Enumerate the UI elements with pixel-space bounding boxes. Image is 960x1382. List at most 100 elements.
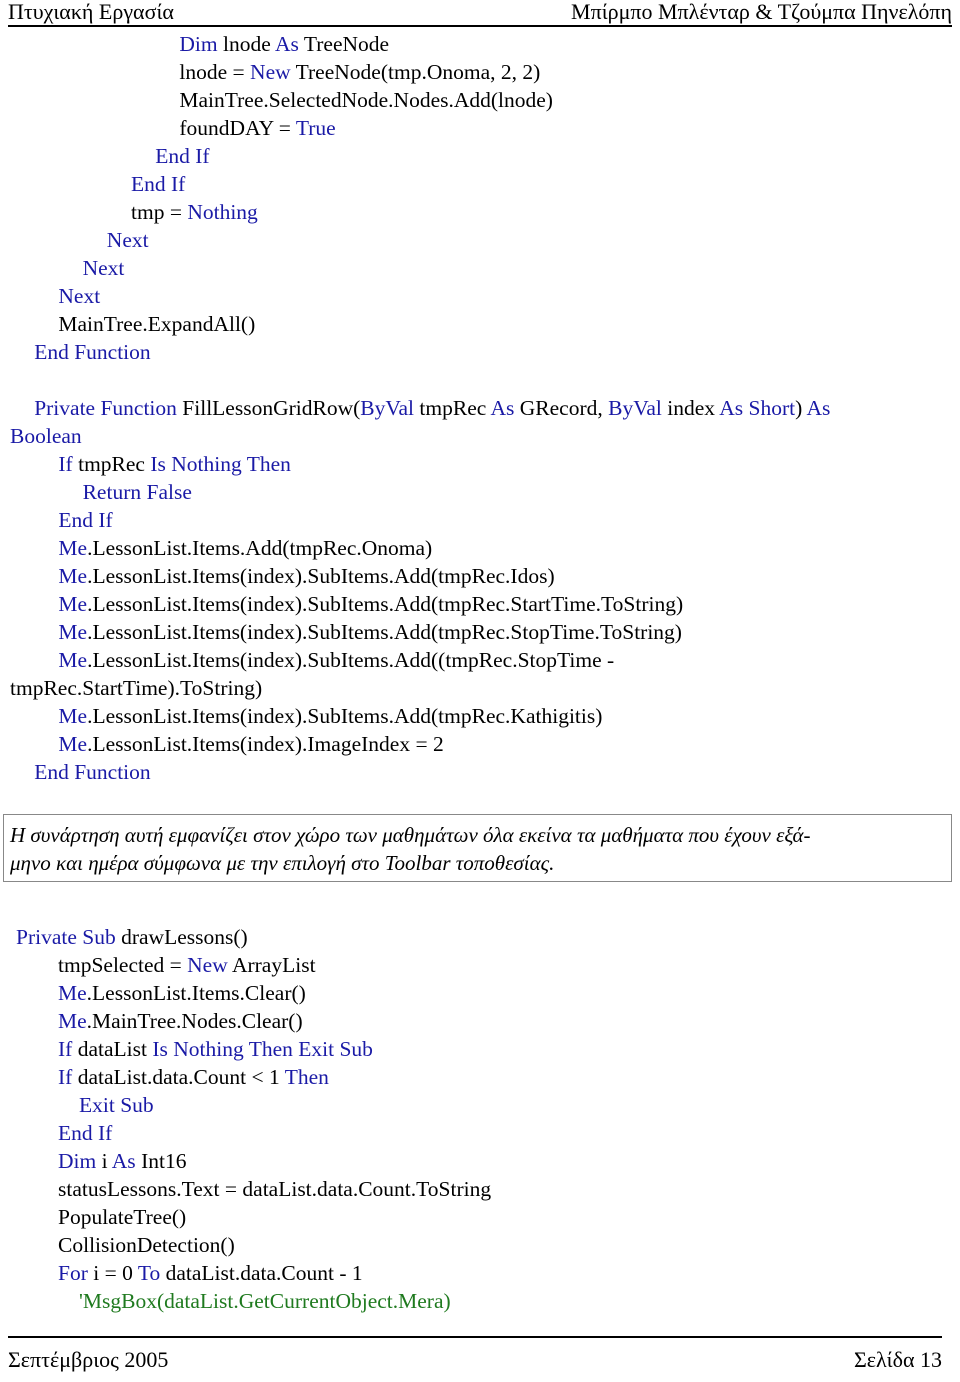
code-line: Me.LessonList.Items(index).SubItems.Add(… bbox=[58, 702, 602, 730]
code-keyword: Next bbox=[58, 284, 101, 308]
code-keyword: New bbox=[250, 60, 291, 84]
code-keyword: Me bbox=[58, 704, 88, 728]
code-line: If dataList Is Nothing Then Exit Sub bbox=[58, 1035, 373, 1063]
code-keyword: As bbox=[111, 1149, 136, 1173]
code-keyword: Boolean bbox=[10, 424, 82, 448]
code-keyword: As bbox=[806, 396, 831, 420]
code-keyword: True bbox=[295, 116, 336, 140]
code-keyword: As bbox=[490, 396, 515, 420]
code-line: Private Function FillLessonGridRow(ByVal… bbox=[34, 394, 830, 422]
code-line: Return False bbox=[83, 478, 192, 506]
code-keyword: If bbox=[58, 452, 73, 476]
code-keyword: Next bbox=[82, 256, 125, 280]
code-keyword: Me bbox=[58, 564, 88, 588]
code-line: Private Sub drawLessons() bbox=[16, 923, 248, 951]
code-keyword: Then bbox=[284, 1065, 329, 1089]
code-keyword: To bbox=[137, 1261, 161, 1285]
code-text: TreeNode bbox=[298, 32, 390, 56]
code-keyword: Exit Sub bbox=[79, 1093, 154, 1117]
code-text: tmpRec bbox=[72, 452, 151, 476]
code-line: For i = 0 To dataList.data.Count - 1 bbox=[58, 1259, 363, 1287]
code-line: Me.LessonList.Items(index).ImageIndex = … bbox=[58, 730, 443, 758]
code-text: lnode = bbox=[179, 60, 251, 84]
code-text: ArrayList bbox=[227, 953, 316, 977]
code-text: .MainTree.Nodes.Clear() bbox=[86, 1009, 303, 1033]
code-keyword: Me bbox=[58, 536, 88, 560]
code-line: Me.LessonList.Items(index).SubItems.Add(… bbox=[58, 618, 682, 646]
code-line: MainTree.SelectedNode.Nodes.Add(lnode) bbox=[179, 86, 553, 114]
code-line: foundDAY = True bbox=[179, 114, 335, 142]
code-line: Dim i As Int16 bbox=[58, 1147, 186, 1175]
code-text: .LessonList.Items.Add(tmpRec.Onoma) bbox=[87, 536, 433, 560]
code-keyword: Me bbox=[58, 648, 88, 672]
code-line: End If bbox=[131, 170, 185, 198]
code-line: If dataList.data.Count < 1 Then bbox=[58, 1063, 329, 1091]
code-text: dataList.data.Count < 1 bbox=[72, 1065, 285, 1089]
code-text: tmpRec bbox=[414, 396, 491, 420]
code-text: .LessonList.Items(index).SubItems.Add(tm… bbox=[87, 704, 603, 728]
code-line: End If bbox=[58, 506, 112, 534]
code-text: i = 0 bbox=[87, 1261, 138, 1285]
code-text: tmpRec.StartTime).ToString) bbox=[10, 676, 263, 700]
code-line: tmpSelected = New ArrayList bbox=[58, 951, 316, 979]
code-keyword: End If bbox=[58, 508, 113, 532]
code-keyword: ByVal bbox=[608, 396, 662, 420]
page-footer: Σεπτέμβριος 2005 Σελίδα 13 bbox=[8, 1336, 942, 1378]
code-line: End If bbox=[155, 142, 209, 170]
code-text: foundDAY = bbox=[179, 116, 296, 140]
code-keyword: If bbox=[58, 1037, 73, 1061]
code-keyword: Return False bbox=[82, 480, 192, 504]
code-text: PopulateTree() bbox=[58, 1205, 187, 1229]
code-keyword: Nothing bbox=[187, 200, 258, 224]
code-text: .LessonList.Items(index).SubItems.Add(tm… bbox=[87, 620, 682, 644]
code-line: Me.LessonList.Items.Add(tmpRec.Onoma) bbox=[58, 534, 432, 562]
code-keyword: Me bbox=[58, 981, 87, 1005]
header-authors: Μπίρμπο Μπλένταρ & Τζούμπα Πηνελόπη bbox=[571, 0, 952, 24]
code-keyword: Me bbox=[58, 732, 88, 756]
code-text: .LessonList.Items.Clear() bbox=[86, 981, 306, 1005]
footer-date: Σεπτέμβριος 2005 bbox=[8, 1347, 169, 1372]
code-keyword: End Function bbox=[34, 340, 151, 364]
code-keyword: Me bbox=[58, 592, 88, 616]
page-header: Πτυχιακή Εργασία Μπίρμπο Μπλένταρ & Τζού… bbox=[8, 0, 952, 27]
code-text: dataList.data.Count - 1 bbox=[160, 1261, 363, 1285]
footer-page-number: Σελίδα 13 bbox=[853, 1347, 942, 1372]
code-keyword: If bbox=[58, 1065, 73, 1089]
code-text: tmp = bbox=[131, 200, 188, 224]
code-keyword: As Short bbox=[719, 396, 796, 420]
code-text: statusLessons.Text = dataList.data.Count… bbox=[58, 1177, 492, 1201]
code-keyword: End If bbox=[155, 144, 210, 168]
code-text: Int16 bbox=[135, 1149, 187, 1173]
code-keyword: New bbox=[187, 953, 228, 977]
code-line: CollisionDetection() bbox=[58, 1231, 235, 1259]
code-text: dataList bbox=[72, 1037, 153, 1061]
code-line: Me.LessonList.Items(index).SubItems.Add(… bbox=[58, 646, 614, 674]
code-line: Boolean bbox=[10, 422, 82, 450]
code-text: .LessonList.Items(index).SubItems.Add((t… bbox=[87, 648, 615, 672]
code-keyword: Private Sub bbox=[16, 925, 116, 949]
code-text: index bbox=[661, 396, 720, 420]
code-text: FillLessonGridRow( bbox=[176, 396, 361, 420]
code-text: i bbox=[96, 1149, 112, 1173]
code-text: tmpSelected = bbox=[58, 953, 188, 977]
code-keyword: Dim bbox=[58, 1149, 97, 1173]
code-line: statusLessons.Text = dataList.data.Count… bbox=[58, 1175, 491, 1203]
code-keyword: Me bbox=[58, 620, 88, 644]
code-line: lnode = New TreeNode(tmp.Onoma, 2, 2) bbox=[179, 58, 540, 86]
code-keyword: Is Nothing Then Exit Sub bbox=[152, 1037, 373, 1061]
code-text: MainTree.ExpandAll() bbox=[58, 312, 256, 336]
description-box: Η συνάρτηση αυτή εμφανίζει στον χώρο των… bbox=[3, 814, 952, 882]
code-line: Next bbox=[107, 226, 149, 254]
code-keyword: End Function bbox=[34, 760, 151, 784]
description-line-1: Η συνάρτηση αυτή εμφανίζει στον χώρο των… bbox=[10, 823, 811, 847]
code-line: 'MsgBox(dataList.GetCurrentObject.Mera) bbox=[79, 1287, 451, 1315]
code-text: lnode bbox=[217, 32, 275, 56]
code-line: End Function bbox=[34, 338, 150, 366]
code-comment: 'MsgBox(dataList.GetCurrentObject.Mera) bbox=[79, 1289, 451, 1313]
code-line: tmpRec.StartTime).ToString) bbox=[10, 674, 262, 702]
code-keyword: Me bbox=[58, 1009, 87, 1033]
code-text: .LessonList.Items(index).SubItems.Add(tm… bbox=[87, 564, 555, 588]
code-line: MainTree.ExpandAll() bbox=[58, 310, 255, 338]
code-text: ) bbox=[795, 396, 807, 420]
code-line: End Function bbox=[34, 758, 150, 786]
